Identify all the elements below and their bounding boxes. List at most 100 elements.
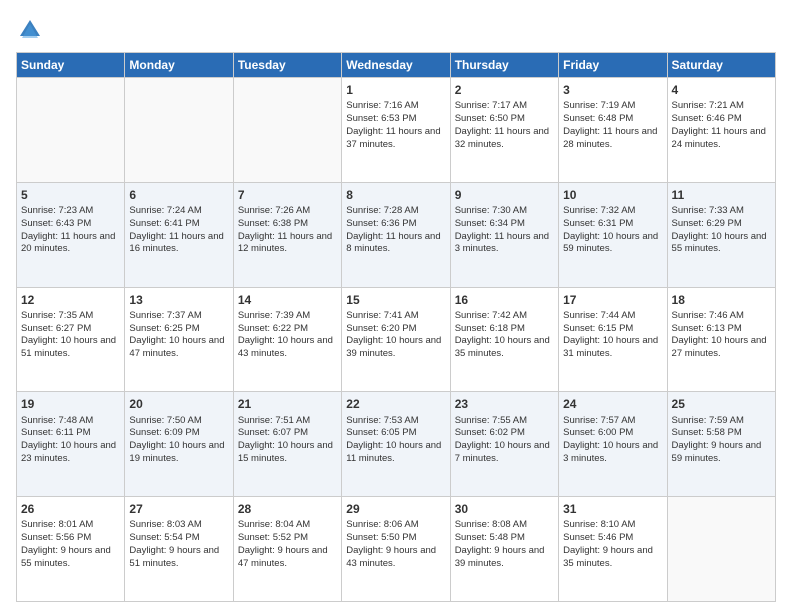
day-number: 16 [455,292,554,308]
day-info: Sunset: 6:20 PM [346,323,445,336]
day-info: Sunrise: 7:19 AM [563,100,662,113]
day-number: 18 [672,292,771,308]
day-info: Daylight: 11 hours and 12 minutes. [238,231,337,257]
day-number: 15 [346,292,445,308]
day-info: Sunset: 6:13 PM [672,323,771,336]
day-info: Daylight: 11 hours and 8 minutes. [346,231,445,257]
day-info: Sunset: 5:56 PM [21,532,120,545]
calendar-cell: 2Sunrise: 7:17 AMSunset: 6:50 PMDaylight… [450,78,558,183]
calendar-cell: 11Sunrise: 7:33 AMSunset: 6:29 PMDayligh… [667,182,775,287]
day-info: Sunset: 6:22 PM [238,323,337,336]
logo [16,16,46,44]
day-info: Sunset: 5:50 PM [346,532,445,545]
day-number: 23 [455,396,554,412]
calendar-cell: 13Sunrise: 7:37 AMSunset: 6:25 PMDayligh… [125,287,233,392]
day-info: Daylight: 9 hours and 59 minutes. [672,440,771,466]
day-info: Sunset: 6:36 PM [346,218,445,231]
day-number: 29 [346,501,445,517]
day-number: 6 [129,187,228,203]
day-info: Sunrise: 8:10 AM [563,519,662,532]
day-info: Daylight: 11 hours and 24 minutes. [672,126,771,152]
day-info: Daylight: 9 hours and 47 minutes. [238,545,337,571]
day-info: Sunrise: 7:37 AM [129,310,228,323]
day-info: Sunrise: 7:23 AM [21,205,120,218]
calendar-header-tuesday: Tuesday [233,53,341,78]
calendar-cell [233,78,341,183]
day-info: Sunrise: 8:06 AM [346,519,445,532]
day-info: Daylight: 11 hours and 20 minutes. [21,231,120,257]
day-info: Daylight: 10 hours and 39 minutes. [346,335,445,361]
day-info: Sunrise: 7:46 AM [672,310,771,323]
calendar-cell: 25Sunrise: 7:59 AMSunset: 5:58 PMDayligh… [667,392,775,497]
calendar-cell: 29Sunrise: 8:06 AMSunset: 5:50 PMDayligh… [342,497,450,602]
day-info: Sunrise: 7:55 AM [455,415,554,428]
day-info: Daylight: 10 hours and 31 minutes. [563,335,662,361]
calendar-cell: 3Sunrise: 7:19 AMSunset: 6:48 PMDaylight… [559,78,667,183]
calendar-cell: 27Sunrise: 8:03 AMSunset: 5:54 PMDayligh… [125,497,233,602]
day-info: Sunset: 6:53 PM [346,113,445,126]
day-number: 7 [238,187,337,203]
day-number: 14 [238,292,337,308]
page: SundayMondayTuesdayWednesdayThursdayFrid… [0,0,792,612]
logo-icon [16,16,44,44]
day-info: Sunrise: 7:48 AM [21,415,120,428]
calendar-cell: 19Sunrise: 7:48 AMSunset: 6:11 PMDayligh… [17,392,125,497]
day-info: Daylight: 10 hours and 35 minutes. [455,335,554,361]
day-info: Sunset: 5:52 PM [238,532,337,545]
day-info: Sunrise: 7:24 AM [129,205,228,218]
day-info: Daylight: 9 hours and 39 minutes. [455,545,554,571]
calendar-header-row: SundayMondayTuesdayWednesdayThursdayFrid… [17,53,776,78]
day-info: Sunset: 6:11 PM [21,427,120,440]
day-number: 24 [563,396,662,412]
calendar-header-thursday: Thursday [450,53,558,78]
day-info: Daylight: 11 hours and 37 minutes. [346,126,445,152]
day-info: Daylight: 10 hours and 15 minutes. [238,440,337,466]
day-number: 1 [346,82,445,98]
day-number: 26 [21,501,120,517]
calendar-header-friday: Friday [559,53,667,78]
day-info: Sunset: 6:18 PM [455,323,554,336]
day-info: Daylight: 9 hours and 55 minutes. [21,545,120,571]
calendar-cell: 15Sunrise: 7:41 AMSunset: 6:20 PMDayligh… [342,287,450,392]
day-info: Sunset: 6:15 PM [563,323,662,336]
day-info: Sunset: 6:38 PM [238,218,337,231]
day-number: 19 [21,396,120,412]
day-info: Sunrise: 7:35 AM [21,310,120,323]
day-info: Sunset: 6:50 PM [455,113,554,126]
calendar-cell: 18Sunrise: 7:46 AMSunset: 6:13 PMDayligh… [667,287,775,392]
calendar-cell: 22Sunrise: 7:53 AMSunset: 6:05 PMDayligh… [342,392,450,497]
calendar-table: SundayMondayTuesdayWednesdayThursdayFrid… [16,52,776,602]
day-number: 3 [563,82,662,98]
day-info: Sunset: 6:41 PM [129,218,228,231]
day-number: 13 [129,292,228,308]
calendar-cell: 21Sunrise: 7:51 AMSunset: 6:07 PMDayligh… [233,392,341,497]
day-info: Sunset: 6:34 PM [455,218,554,231]
day-info: Daylight: 10 hours and 51 minutes. [21,335,120,361]
header [16,16,776,44]
day-info: Sunrise: 7:51 AM [238,415,337,428]
day-info: Sunrise: 7:32 AM [563,205,662,218]
day-info: Sunrise: 7:39 AM [238,310,337,323]
calendar-cell: 23 Sunrise: 7:55 AMSunset: 6:02 PMDayligh… [450,392,558,497]
day-info: Sunrise: 8:04 AM [238,519,337,532]
day-info: Daylight: 10 hours and 43 minutes. [238,335,337,361]
day-number: 12 [21,292,120,308]
day-number: 21 [238,396,337,412]
day-info: Sunset: 6:43 PM [21,218,120,231]
day-info: Sunrise: 7:50 AM [129,415,228,428]
calendar-cell: 24Sunrise: 7:57 AMSunset: 6:00 PMDayligh… [559,392,667,497]
day-info: Sunset: 5:58 PM [672,427,771,440]
day-info: Sunset: 6:02 PM [455,427,554,440]
day-number: 10 [563,187,662,203]
calendar-cell: 8Sunrise: 7:28 AMSunset: 6:36 PMDaylight… [342,182,450,287]
calendar-header-monday: Monday [125,53,233,78]
day-number: 20 [129,396,228,412]
calendar-week-row: 26Sunrise: 8:01 AMSunset: 5:56 PMDayligh… [17,497,776,602]
calendar-cell: 7Sunrise: 7:26 AMSunset: 6:38 PMDaylight… [233,182,341,287]
day-info: Daylight: 10 hours and 47 minutes. [129,335,228,361]
calendar-cell: 28Sunrise: 8:04 AMSunset: 5:52 PMDayligh… [233,497,341,602]
day-info: Daylight: 9 hours and 35 minutes. [563,545,662,571]
day-info: Daylight: 10 hours and 7 minutes. [455,440,554,466]
day-info: Daylight: 10 hours and 19 minutes. [129,440,228,466]
day-info: Sunrise: 8:08 AM [455,519,554,532]
